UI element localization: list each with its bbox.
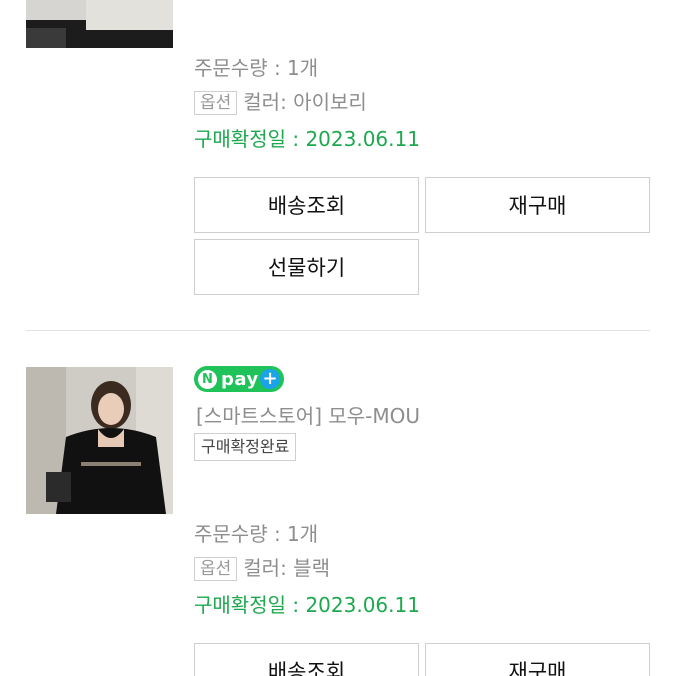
store-name-link[interactable]: [스마트스토어] 모우-MOU (196, 400, 420, 429)
plus-icon: + (260, 369, 280, 389)
option-value: 컬러: 블랙 (243, 556, 330, 580)
order-option: 옵션 컬러: 블랙 (194, 556, 330, 581)
shipping-inquiry-button[interactable]: 배송조회 (194, 177, 419, 233)
npay-n-icon: N (198, 369, 217, 389)
order-quantity: 주문수량 : 1개 (194, 522, 319, 546)
product-photo-icon (26, 0, 173, 48)
option-tag: 옵션 (194, 91, 238, 115)
option-tag: 옵션 (194, 557, 238, 581)
order-option: 옵션 컬러: 아이보리 (194, 90, 367, 115)
order-quantity: 주문수량 : 1개 (194, 56, 319, 80)
gift-button[interactable]: 선물하기 (194, 239, 419, 295)
repurchase-button[interactable]: 재구매 (425, 643, 650, 676)
npay-plus-badge: N pay + (194, 366, 284, 392)
repurchase-button[interactable]: 재구매 (425, 177, 650, 233)
purchase-confirm-date: 구매확정일 : 2023.06.11 (194, 593, 420, 617)
product-photo-icon (26, 367, 173, 514)
purchase-confirm-date: 구매확정일 : 2023.06.11 (194, 127, 420, 151)
product-thumbnail[interactable] (26, 0, 173, 48)
shipping-inquiry-button[interactable]: 배송조회 (194, 643, 419, 676)
order-divider (26, 330, 650, 331)
option-value: 컬러: 아이보리 (243, 90, 367, 114)
order-history-page: 주문수량 : 1개 옵션 컬러: 아이보리 구매확정일 : 2023.06.11 … (0, 0, 676, 676)
product-thumbnail[interactable] (26, 367, 173, 514)
npay-label: pay (221, 368, 259, 390)
status-badge: 구매확정완료 (194, 433, 297, 461)
